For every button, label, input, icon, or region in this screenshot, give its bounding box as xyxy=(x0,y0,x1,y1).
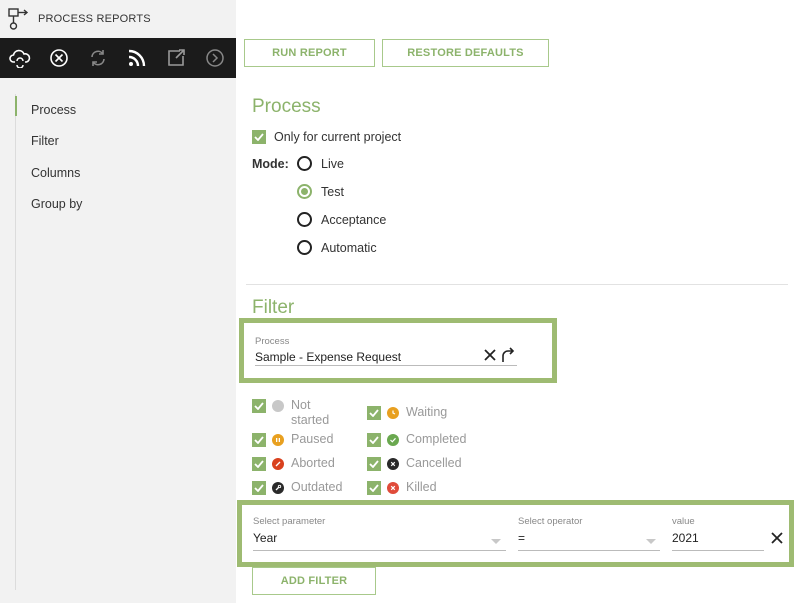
only-current-project-option[interactable]: Only for current project xyxy=(252,130,401,144)
operator-select-underline xyxy=(518,550,660,551)
radio-button[interactable] xyxy=(297,212,312,227)
parameter-select[interactable]: Year xyxy=(253,531,277,545)
forward-circle-icon[interactable] xyxy=(195,38,234,78)
mode-option-label: Test xyxy=(321,184,344,199)
sidebar-item-label: Process xyxy=(31,102,77,117)
remove-filter-icon[interactable] xyxy=(770,531,784,545)
status-label: Waiting xyxy=(406,405,448,419)
status-label: Killed xyxy=(406,480,437,494)
restore-defaults-button[interactable]: RESTORE DEFAULTS xyxy=(382,39,549,67)
process-flow-icon xyxy=(6,5,34,33)
parameter-select-underline xyxy=(253,550,506,551)
value-input-underline xyxy=(672,550,764,551)
mode-option-automatic[interactable]: Automatic xyxy=(297,240,377,255)
check-circle-icon xyxy=(387,434,399,446)
clock-icon xyxy=(387,407,399,419)
mode-option-test[interactable]: Test xyxy=(297,184,344,199)
sidebar-item-filter[interactable]: Filter xyxy=(16,126,225,158)
status-checkbox[interactable] xyxy=(252,481,266,495)
status-option-cancelled[interactable]: Cancelled xyxy=(367,456,462,471)
status-checkbox[interactable] xyxy=(367,457,381,471)
redirect-arrow-icon[interactable] xyxy=(500,347,516,363)
sidebar-item-label: Columns xyxy=(31,165,81,180)
status-option-not-started[interactable]: Not started xyxy=(252,398,329,428)
status-checkbox[interactable] xyxy=(367,406,381,420)
chevron-down-icon[interactable] xyxy=(646,539,656,544)
operator-select[interactable]: = xyxy=(518,531,525,545)
process-field[interactable]: Sample - Expense Request xyxy=(255,350,401,364)
parameter-filter-highlight: Select parameter Year Select operator = … xyxy=(237,500,794,567)
x-circle-icon xyxy=(387,458,399,470)
status-label: Paused xyxy=(291,432,334,446)
clear-icon[interactable] xyxy=(483,348,497,362)
status-checkbox[interactable] xyxy=(252,457,266,471)
status-label: Aborted xyxy=(291,456,335,470)
rss-feed-icon[interactable] xyxy=(117,38,156,78)
status-label: Cancelled xyxy=(406,456,462,470)
mode-option-label: Live xyxy=(321,156,344,171)
wrench-icon xyxy=(272,482,284,494)
status-checkbox[interactable] xyxy=(367,481,381,495)
cancel-circle-icon[interactable] xyxy=(39,38,78,78)
radio-button[interactable] xyxy=(297,240,312,255)
mode-label: Mode: xyxy=(252,157,289,171)
not-started-circle-icon xyxy=(272,400,284,412)
sidebar-item-columns[interactable]: Columns xyxy=(16,157,225,189)
status-option-paused[interactable]: Paused xyxy=(252,432,333,447)
sidebar-item-process[interactable]: Process xyxy=(15,94,225,126)
value-label: value xyxy=(672,516,695,527)
pause-icon xyxy=(272,434,284,446)
run-report-button[interactable]: RUN REPORT xyxy=(244,39,375,67)
sidebar-item-label: Group by xyxy=(31,197,83,212)
process-field-highlight: Process Sample - Expense Request xyxy=(239,318,557,383)
status-option-outdated[interactable]: Outdated xyxy=(252,480,342,495)
status-option-killed[interactable]: Killed xyxy=(367,480,437,495)
radio-button-selected[interactable] xyxy=(297,184,312,199)
mode-option-live[interactable]: Live xyxy=(297,156,344,171)
only-current-project-checkbox[interactable] xyxy=(252,130,266,144)
section-divider xyxy=(246,284,788,285)
sidebar: PROCESS REPORTS Process Filter Columns G… xyxy=(0,0,236,603)
status-checkbox[interactable] xyxy=(367,433,381,447)
process-field-label: Process xyxy=(255,336,290,347)
select-operator-label: Select operator xyxy=(518,516,583,527)
status-checkbox[interactable] xyxy=(252,399,266,413)
x-circle-icon xyxy=(387,482,399,494)
status-option-aborted[interactable]: Aborted xyxy=(252,456,335,471)
chevron-down-icon[interactable] xyxy=(491,539,501,544)
sidebar-item-label: Filter xyxy=(31,134,59,149)
status-option-completed[interactable]: Completed xyxy=(367,432,466,447)
status-option-waiting[interactable]: Waiting xyxy=(367,405,447,420)
sidebar-item-group-by[interactable]: Group by xyxy=(16,189,225,221)
side-navigation: Process Filter Columns Group by xyxy=(15,94,225,590)
value-input[interactable]: 2021 xyxy=(672,531,699,545)
export-icon[interactable] xyxy=(156,38,195,78)
refresh-icon[interactable] xyxy=(78,38,117,78)
mode-option-acceptance[interactable]: Acceptance xyxy=(297,212,386,227)
slash-circle-icon xyxy=(272,458,284,470)
app-title: PROCESS REPORTS xyxy=(38,13,151,25)
status-checkbox[interactable] xyxy=(252,433,266,447)
process-section-title: Process xyxy=(252,96,321,117)
status-label: Outdated xyxy=(291,480,343,494)
filter-section-title: Filter xyxy=(252,297,295,318)
radio-button[interactable] xyxy=(297,156,312,171)
cloud-sync-icon[interactable] xyxy=(0,38,39,78)
toolbar xyxy=(0,38,236,78)
only-current-project-label: Only for current project xyxy=(274,130,402,144)
process-field-underline xyxy=(255,365,517,366)
add-filter-button[interactable]: ADD FILTER xyxy=(252,567,376,595)
select-parameter-label: Select parameter xyxy=(253,516,326,527)
mode-option-label: Acceptance xyxy=(321,212,387,227)
app-header: PROCESS REPORTS xyxy=(0,0,236,38)
main-panel: RUN REPORT RESTORE DEFAULTS Process Only… xyxy=(236,0,800,603)
status-label: Completed xyxy=(406,432,467,446)
mode-option-label: Automatic xyxy=(321,240,377,255)
status-label: Not started xyxy=(291,398,330,427)
